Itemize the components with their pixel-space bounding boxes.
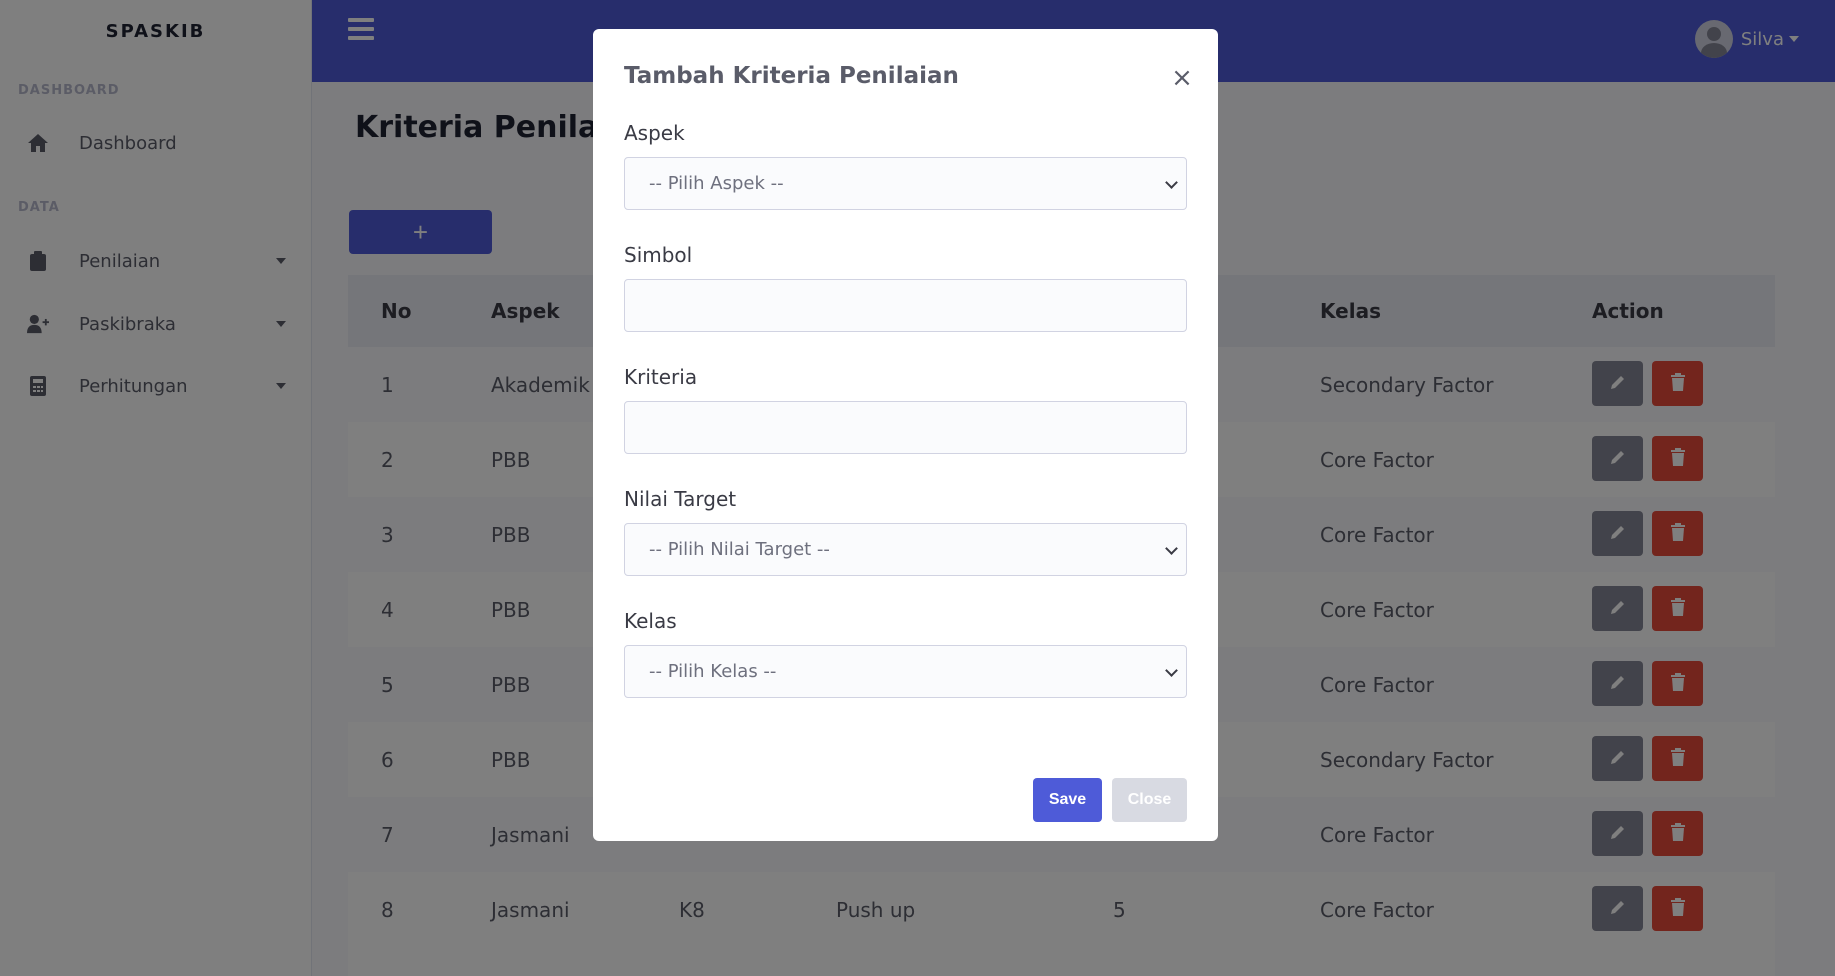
- kriteria-label: Kriteria: [624, 365, 698, 389]
- aspek-select-value: -- Pilih Aspek --: [649, 173, 784, 194]
- modal-title: Tambah Kriteria Penilaian: [624, 63, 959, 89]
- aspek-select[interactable]: -- Pilih Aspek --: [624, 157, 1187, 210]
- simbol-input[interactable]: [624, 279, 1187, 332]
- kelas-select[interactable]: -- Pilih Kelas --: [624, 645, 1187, 698]
- nilai-target-select[interactable]: -- Pilih Nilai Target --: [624, 523, 1187, 576]
- chevron-down-icon: [1165, 542, 1178, 555]
- nilai-target-select-value: -- Pilih Nilai Target --: [649, 539, 830, 560]
- add-criteria-modal: Tambah Kriteria Penilaian × Aspek -- Pil…: [593, 29, 1218, 841]
- close-icon[interactable]: ×: [1167, 63, 1197, 93]
- chevron-down-icon: [1165, 176, 1178, 189]
- simbol-label: Simbol: [624, 243, 693, 267]
- save-button[interactable]: Save: [1033, 778, 1102, 822]
- kelas-select-value: -- Pilih Kelas --: [649, 661, 777, 682]
- kelas-label: Kelas: [624, 609, 677, 633]
- chevron-down-icon: [1165, 664, 1178, 677]
- nilai-target-label: Nilai Target: [624, 487, 737, 511]
- close-button[interactable]: Close: [1112, 778, 1187, 822]
- aspek-label: Aspek: [624, 121, 685, 145]
- kriteria-input[interactable]: [624, 401, 1187, 454]
